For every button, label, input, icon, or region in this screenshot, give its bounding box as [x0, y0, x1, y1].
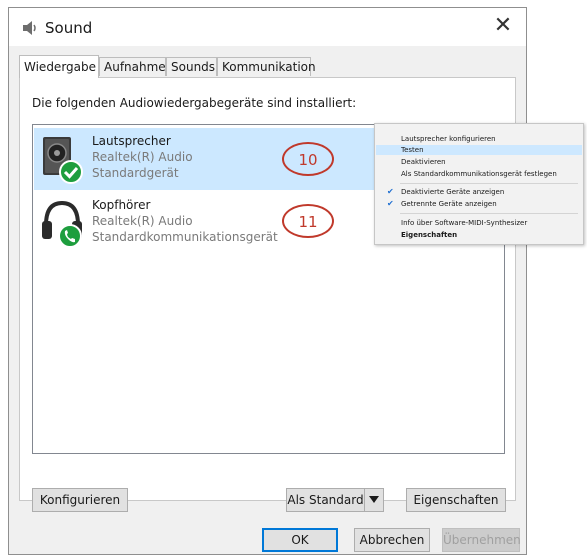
tab-kommunikation[interactable]: Kommunikation — [217, 57, 316, 76]
checkmark-icon: ✔ — [387, 187, 394, 196]
device-name: Lautsprecher — [92, 134, 171, 148]
menu-item-midi-info[interactable]: Info über Software-MIDI-Synthesizer — [376, 218, 582, 228]
menu-item-set-default-comm[interactable]: Als Standardkommunikationsgerät festlege… — [376, 169, 582, 179]
menu-item-disable[interactable]: Deaktivieren — [376, 157, 582, 167]
menu-item-show-disconnected[interactable]: ✔ Getrennte Geräte anzeigen — [376, 199, 582, 209]
menu-separator — [400, 183, 578, 184]
annotation-marker-10: 10 — [282, 142, 334, 176]
panel-description: Die folgenden Audiowiedergabegeräte sind… — [32, 96, 357, 110]
device-driver: Realtek(R) Audio — [92, 150, 193, 164]
set-default-dropdown[interactable] — [364, 488, 384, 512]
device-status: Standardgerät — [92, 166, 179, 180]
configure-button[interactable]: Konfigurieren — [32, 488, 128, 512]
menu-item-label: Getrennte Geräte anzeigen — [401, 200, 497, 208]
menu-item-properties[interactable]: Eigenschaften — [376, 230, 582, 240]
tab-wiedergabe[interactable]: Wiedergabe — [19, 55, 99, 78]
speaker-icon — [23, 21, 36, 35]
device-name: Kopfhörer — [92, 198, 151, 212]
cancel-button[interactable]: Abbrechen — [354, 528, 430, 552]
check-badge-icon — [59, 160, 83, 184]
device-status: Standardkommunikationsgerät — [92, 230, 278, 244]
window-title: Sound — [45, 19, 93, 37]
headphones-device-icon — [42, 200, 82, 248]
ok-button[interactable]: OK — [262, 528, 338, 552]
context-menu: Lautsprecher konfigurieren Testen Deakti… — [374, 123, 584, 245]
checkmark-icon: ✔ — [387, 199, 394, 208]
close-icon: ✕ — [493, 13, 513, 38]
tab-aufnahme[interactable]: Aufnahme — [99, 57, 166, 76]
properties-button[interactable]: Eigenschaften — [406, 488, 506, 512]
menu-item-test[interactable]: Testen — [376, 145, 582, 155]
menu-item-label: Deaktivierte Geräte anzeigen — [401, 188, 505, 196]
device-driver: Realtek(R) Audio — [92, 214, 193, 228]
menu-separator — [400, 213, 578, 214]
phone-badge-icon — [58, 224, 82, 248]
close-button[interactable]: ✕ — [480, 8, 526, 46]
tab-sounds[interactable]: Sounds — [166, 57, 217, 76]
sound-dialog: Sound ✕ Wiedergabe Aufnahme Sounds Kommu… — [8, 7, 527, 555]
menu-item-configure-speakers[interactable]: Lautsprecher konfigurieren — [376, 134, 582, 144]
speaker-device-icon — [43, 137, 83, 184]
chevron-down-icon — [369, 496, 379, 503]
apply-button[interactable]: Übernehmen — [442, 528, 521, 552]
title-bar: Sound ✕ — [9, 8, 526, 46]
set-default-button[interactable]: Als Standard — [286, 488, 364, 512]
annotation-marker-11: 11 — [282, 204, 334, 238]
menu-item-show-disabled[interactable]: ✔ Deaktivierte Geräte anzeigen — [376, 187, 582, 197]
